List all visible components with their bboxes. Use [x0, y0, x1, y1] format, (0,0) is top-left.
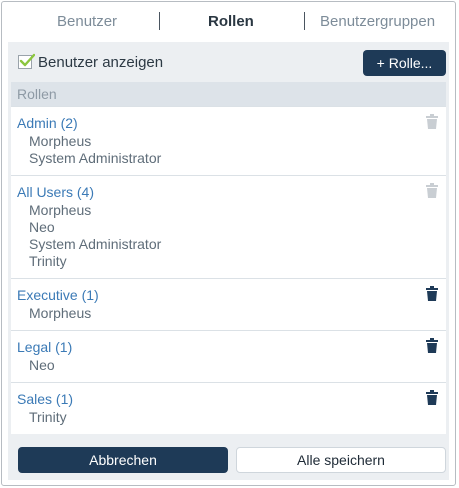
trash-icon: [426, 114, 438, 129]
show-users-option[interactable]: Benutzer anzeigen: [18, 53, 163, 71]
role-name[interactable]: Admin (2): [17, 113, 446, 133]
add-role-button[interactable]: + Rolle...: [363, 50, 446, 76]
roles-panel-body: Benutzer anzeigen + Rolle... Rollen Admi…: [8, 42, 449, 480]
roles-dialog: Benutzer Rollen Benutzergruppen Benutzer…: [1, 1, 456, 486]
role-name[interactable]: All Users (4): [17, 182, 446, 202]
role-member: Neo: [29, 357, 55, 373]
role-item-sales[interactable]: Sales (1) Trinity: [11, 382, 446, 434]
trash-icon[interactable]: [426, 338, 438, 353]
trash-icon[interactable]: [426, 286, 438, 301]
role-item-executive[interactable]: Executive (1) Morpheus: [11, 278, 446, 330]
roles-list: Rollen Admin (2) Morpheus System Adminis…: [11, 82, 446, 434]
role-member: Morpheus: [29, 305, 92, 321]
cancel-button[interactable]: Abbrechen: [18, 447, 228, 473]
role-member: Trinity: [29, 253, 67, 269]
show-users-checkbox[interactable]: [18, 53, 35, 69]
role-name[interactable]: Legal (1): [17, 337, 446, 357]
tab-benutzergruppen[interactable]: Benutzergruppen: [320, 13, 435, 30]
tab-benutzer[interactable]: Benutzer: [57, 13, 117, 30]
role-item-all-users[interactable]: All Users (4) Morpheus Neo System Admini…: [11, 175, 446, 278]
tab-rollen[interactable]: Rollen: [208, 13, 254, 30]
role-member: Trinity: [29, 409, 67, 425]
tab-separator: [159, 12, 160, 30]
role-item-legal[interactable]: Legal (1) Neo: [11, 330, 446, 382]
role-member: Morpheus: [29, 133, 92, 149]
save-all-button[interactable]: Alle speichern: [236, 447, 446, 473]
checkmark-icon: [19, 53, 35, 67]
show-users-label: Benutzer anzeigen: [38, 53, 164, 71]
role-member: Morpheus: [29, 202, 92, 218]
trash-icon: [426, 183, 438, 198]
role-member: Neo: [29, 219, 55, 235]
role-member: System Administrator: [29, 236, 162, 252]
role-member: System Administrator: [29, 150, 162, 166]
role-name[interactable]: Executive (1): [17, 285, 446, 305]
trash-icon[interactable]: [426, 390, 438, 405]
role-name[interactable]: Sales (1): [17, 389, 446, 409]
roles-list-header: Rollen: [11, 82, 446, 106]
tab-bar: Benutzer Rollen Benutzergruppen: [2, 2, 457, 42]
tab-separator: [304, 12, 305, 30]
role-item-admin[interactable]: Admin (2) Morpheus System Administrator: [11, 106, 446, 175]
